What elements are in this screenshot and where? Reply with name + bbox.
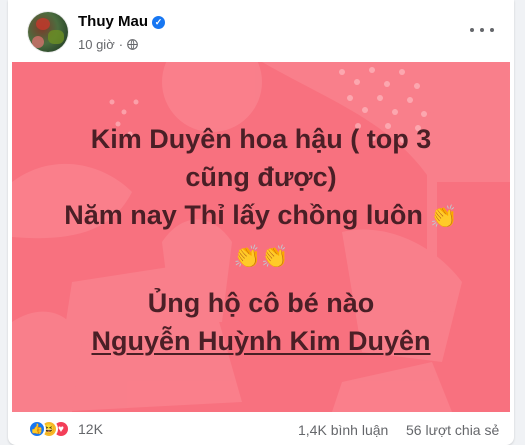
shares-count[interactable]: 56 lượt chia sẻ [406, 422, 499, 438]
meta-separator: · [118, 37, 124, 52]
post-text-line-3-row: Năm nay Thỉ lấy chồng luôn 👏 [12, 196, 510, 236]
clap-emoji-row: 👏👏 [12, 236, 510, 276]
comments-count[interactable]: 1,4K bình luận [298, 422, 388, 438]
post-time[interactable]: 10 giờ [78, 37, 115, 52]
clapping-hands-emoji: 👏 [430, 204, 458, 229]
post-text-line-2: cũng được) [185, 162, 337, 192]
post-text-line-3: Năm nay Thỉ lấy chồng luôn [64, 200, 423, 230]
avatar[interactable] [28, 12, 68, 52]
post-header: Thuy Mau ✓ 10 giờ · [8, 0, 514, 62]
reactions-summary[interactable]: 👍 😆 ♥ 12K [28, 420, 103, 438]
reaction-count[interactable]: 12K [78, 421, 103, 437]
author-name[interactable]: Thuy Mau [78, 13, 148, 30]
more-options-icon[interactable] [470, 24, 494, 36]
author-name-row: Thuy Mau ✓ [78, 13, 165, 30]
like-reaction-icon: 👍 [28, 420, 46, 438]
post-stats-bar: 👍 😆 ♥ 12K 1,4K bình luận 56 lượt chia sẻ [8, 412, 514, 445]
verified-badge-icon: ✓ [152, 16, 165, 29]
post-card: Thuy Mau ✓ 10 giờ · Kim Duyên hoa hậu (… [8, 0, 514, 445]
post-meta: 10 giờ · [78, 37, 138, 52]
globe-icon[interactable] [127, 39, 138, 50]
post-text-line-4: Ủng hộ cô bé nào [147, 288, 375, 318]
post-text: Kim Duyên hoa hậu ( top 3 cũng được) Năm… [12, 120, 510, 360]
post-text-line-1: Kim Duyên hoa hậu ( top 3 [90, 124, 432, 154]
post-text-line-5[interactable]: Nguyễn Huỳnh Kim Duyên [12, 322, 510, 360]
clapping-hands-emoji: 👏👏 [233, 244, 289, 269]
text-background-post: Kim Duyên hoa hậu ( top 3 cũng được) Năm… [12, 62, 510, 412]
